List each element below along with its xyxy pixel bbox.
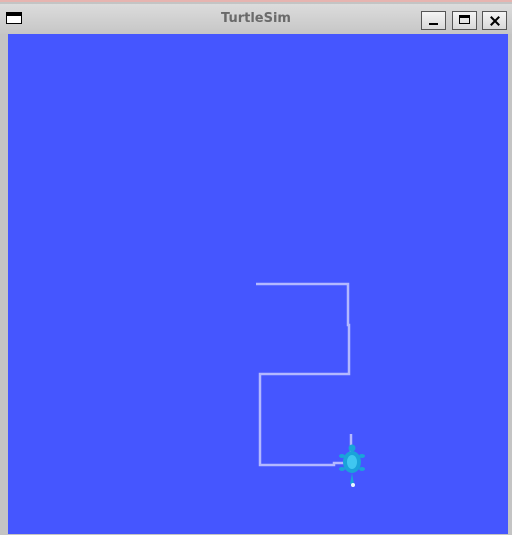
turtle-drawing: [256, 282, 365, 487]
close-icon: [483, 12, 506, 29]
pen-trail: [256, 282, 353, 467]
turtle-canvas: [8, 34, 508, 534]
minimize-button[interactable]: [421, 11, 446, 30]
turtle-icon: [339, 444, 365, 487]
close-button[interactable]: [482, 11, 507, 30]
window-left-border: [0, 34, 8, 535]
window-right-border: [508, 34, 512, 535]
title-bar[interactable]: TurtleSim: [0, 4, 512, 34]
maximize-button[interactable]: [452, 11, 477, 30]
turtlesim-window: TurtleSim: [0, 0, 512, 535]
